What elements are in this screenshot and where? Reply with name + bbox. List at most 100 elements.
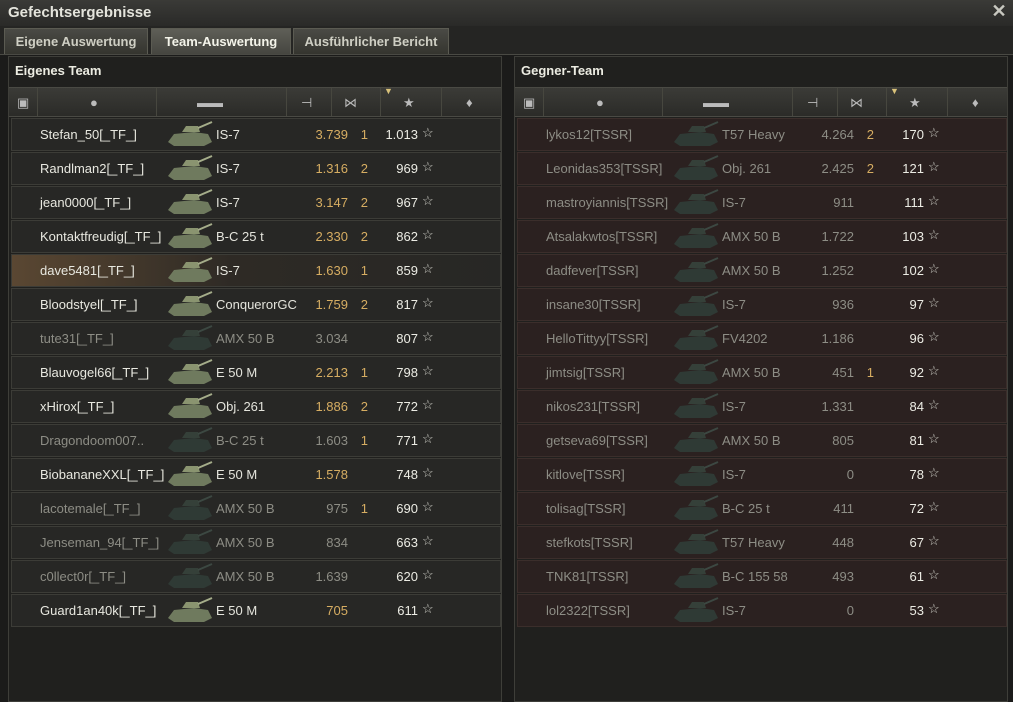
player-row[interactable]: jean0000[_TF_] IS-7 3.147 2 967 ☆ <box>11 186 501 219</box>
player-name: Blauvogel66[_TF_] <box>40 365 150 380</box>
experience-star-icon: ☆ <box>422 227 434 242</box>
player-name: Jenseman_94[_TF_] <box>40 535 160 550</box>
sort-arrow-icon: ▼ <box>384 86 393 96</box>
player-name: lykos12[TSSR] <box>546 127 632 142</box>
player-name: mastroyiannis[TSSR] <box>546 195 669 210</box>
tank-icon <box>168 257 213 282</box>
player-row[interactable]: jimtsig[TSSR] AMX 50 B 451 1 92 ☆ <box>517 356 1007 389</box>
player-row[interactable]: TNK81[TSSR] B-C 155 58 493 61 ☆ <box>517 560 1007 593</box>
damage-value: 0 <box>846 603 854 618</box>
player-row[interactable]: lol2322[TSSR] IS-7 0 53 ☆ <box>517 594 1007 627</box>
player-row[interactable]: lykos12[TSSR] T57 Heavy 4.264 2 170 ☆ <box>517 118 1007 151</box>
player-name: jimtsig[TSSR] <box>546 365 625 380</box>
rank-icon: ▣ <box>17 95 30 110</box>
damage-icon: ⊣ <box>301 95 313 110</box>
player-row[interactable]: HelloTittyy[TSSR] FV4202 1.186 96 ☆ <box>517 322 1007 355</box>
close-icon[interactable]: ✕ <box>989 1 1009 23</box>
player-name: tolisag[TSSR] <box>546 501 626 516</box>
experience-column-header[interactable]: ▼ ★ <box>887 86 948 116</box>
kills-column-header[interactable]: ⋈ <box>838 88 887 116</box>
player-row[interactable]: BiobananeXXL[_TF_] E 50 M 1.578 748 ☆ <box>11 458 501 491</box>
damage-column-header[interactable]: ⊣ <box>287 88 332 116</box>
player-row[interactable]: kitlove[TSSR] IS-7 0 78 ☆ <box>517 458 1007 491</box>
experience-value: 97 <box>909 297 924 312</box>
tank-icon <box>168 597 213 622</box>
rank-column-header[interactable]: ▣ <box>9 88 38 116</box>
experience-value: 92 <box>909 365 924 380</box>
tank-name: T57 Heavy <box>722 127 785 142</box>
tank-icon <box>674 427 719 452</box>
player-row[interactable]: nikos231[TSSR] IS-7 1.331 84 ☆ <box>517 390 1007 423</box>
tank-name: B-C 25 t <box>722 501 770 516</box>
player-row[interactable]: tute31[_TF_] AMX 50 B 3.034 807 ☆ <box>11 322 501 355</box>
tank-name: IS-7 <box>216 161 240 176</box>
player-row[interactable]: Bloodstyel[_TF_] ConquerorGC 1.759 2 817 ☆ <box>11 288 501 321</box>
player-column-header[interactable]: ● <box>38 88 157 116</box>
player-row[interactable]: mastroyiannis[TSSR] IS-7 911 111 ☆ <box>517 186 1007 219</box>
player-row[interactable]: Randlman2[_TF_] IS-7 1.316 2 969 ☆ <box>11 152 501 185</box>
experience-star-icon: ☆ <box>928 567 940 582</box>
kills-column-header[interactable]: ⋈ <box>332 88 381 116</box>
player-row[interactable]: Dragondoom007.. B-C 25 t 1.603 1 771 ☆ <box>11 424 501 457</box>
player-row[interactable]: Guard1an40k[_TF_] E 50 M 705 611 ☆ <box>11 594 501 627</box>
damage-icon: ⊣ <box>807 95 819 110</box>
player-column-header[interactable]: ● <box>544 88 663 116</box>
tank-icon <box>168 291 213 316</box>
experience-star-icon: ☆ <box>928 499 940 514</box>
tank-name: IS-7 <box>216 263 240 278</box>
tab-team-auswertung[interactable]: Team-Auswertung <box>151 28 291 54</box>
player-row[interactable]: Blauvogel66[_TF_] E 50 M 2.213 1 798 ☆ <box>11 356 501 389</box>
tab-eigene-auswertung[interactable]: Eigene Auswertung <box>4 28 148 54</box>
tank-icon <box>674 461 719 486</box>
player-row[interactable]: insane30[TSSR] IS-7 936 97 ☆ <box>517 288 1007 321</box>
experience-star-icon: ☆ <box>422 465 434 480</box>
player-row[interactable]: lacotemale[_TF_] AMX 50 B 975 1 690 ☆ <box>11 492 501 525</box>
damage-value: 911 <box>833 195 854 210</box>
player-row[interactable]: stefkots[TSSR] T57 Heavy 448 67 ☆ <box>517 526 1007 559</box>
tank-column-header[interactable]: ▬▬ <box>157 88 287 116</box>
rank-column-header[interactable]: ▣ <box>515 88 544 116</box>
tank-icon <box>168 359 213 384</box>
experience-star-icon: ☆ <box>928 193 940 208</box>
player-row[interactable]: dadfever[TSSR] AMX 50 B 1.252 102 ☆ <box>517 254 1007 287</box>
enemy-team-header: ▣ ● ▬▬ ⊣ ⋈ ▼ ★ ♦ <box>515 86 1007 117</box>
experience-column-header[interactable]: ▼ ★ <box>381 86 442 116</box>
tank-name: IS-7 <box>722 399 746 414</box>
damage-column-header[interactable]: ⊣ <box>793 88 838 116</box>
tab-bar: Eigene Auswertung Team-Auswertung Ausfüh… <box>0 26 1013 55</box>
player-row[interactable]: getseva69[TSSR] AMX 50 B 805 81 ☆ <box>517 424 1007 457</box>
player-row[interactable]: Atsalakwtos[TSSR] AMX 50 B 1.722 103 ☆ <box>517 220 1007 253</box>
player-row[interactable]: Kontaktfreudig[_TF_] B-C 25 t 2.330 2 862 ☆ <box>11 220 501 253</box>
player-row[interactable]: c0llect0r[_TF_] AMX 50 B 1.639 620 ☆ <box>11 560 501 593</box>
experience-star-icon: ☆ <box>422 567 434 582</box>
player-row[interactable]: Leonidas353[TSSR] Obj. 261 2.425 2 121 ☆ <box>517 152 1007 185</box>
damage-value: 448 <box>832 535 854 550</box>
experience-value: 690 <box>396 501 418 516</box>
tank-column-header[interactable]: ▬▬ <box>663 88 793 116</box>
player-row[interactable]: tolisag[TSSR] B-C 25 t 411 72 ☆ <box>517 492 1007 525</box>
experience-star-icon: ☆ <box>422 295 434 310</box>
tank-name: B-C 25 t <box>216 433 264 448</box>
player-name: Stefan_50[_TF_] <box>40 127 137 142</box>
kills-value: 1 <box>360 365 368 380</box>
experience-star-icon: ☆ <box>422 329 434 344</box>
tab-ausfuehrlicher-bericht[interactable]: Ausführlicher Bericht <box>293 28 449 54</box>
tank-name: T57 Heavy <box>722 535 785 550</box>
experience-value: 53 <box>909 603 924 618</box>
experience-star-icon: ☆ <box>928 431 940 446</box>
experience-value: 96 <box>909 331 924 346</box>
player-row[interactable]: xHirox[_TF_] Obj. 261 1.886 2 772 ☆ <box>11 390 501 423</box>
medal-column-header[interactable]: ♦ <box>948 88 1006 116</box>
tank-name: AMX 50 B <box>722 263 781 278</box>
damage-value: 1.722 <box>821 229 854 244</box>
medal-column-header[interactable]: ♦ <box>442 88 500 116</box>
player-row[interactable]: Stefan_50[_TF_] IS-7 3.739 1 1.013 ☆ <box>11 118 501 151</box>
damage-value: 1.316 <box>315 161 348 176</box>
tank-icon <box>168 325 213 350</box>
player-name: insane30[TSSR] <box>546 297 641 312</box>
player-row[interactable]: Jenseman_94[_TF_] AMX 50 B 834 663 ☆ <box>11 526 501 559</box>
player-row[interactable]: dave5481[_TF_] IS-7 1.630 1 859 ☆ <box>11 254 501 287</box>
damage-value: 2.330 <box>315 229 348 244</box>
damage-value: 1.578 <box>315 467 348 482</box>
experience-star-icon: ☆ <box>928 533 940 548</box>
